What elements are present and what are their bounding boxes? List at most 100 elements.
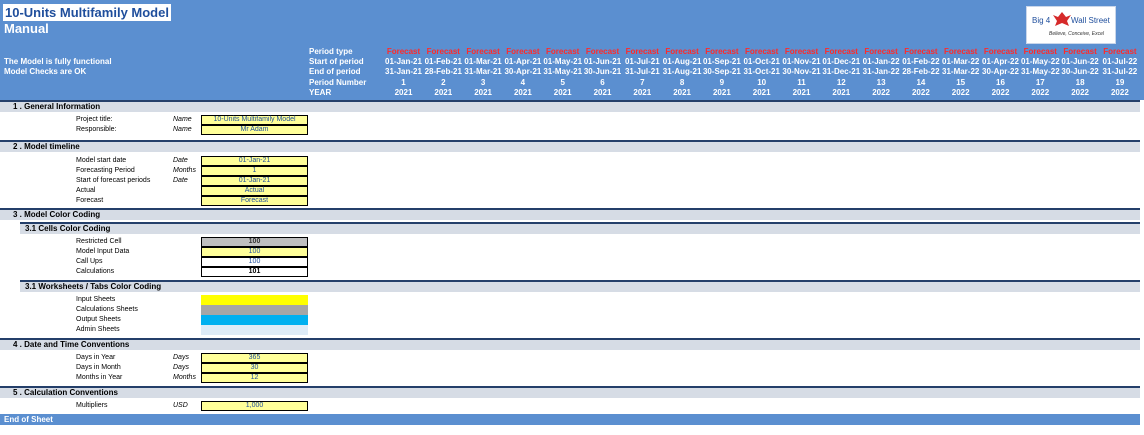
period-end-2: 28-Feb-21 [424,67,462,76]
period-type-9: Forecast [705,47,739,56]
period-end-18: 30-Jun-22 [1061,67,1099,76]
sheet-subtitle: Manual [4,21,49,36]
period-end-7: 31-Jul-21 [624,67,660,76]
actual-flag-input[interactable]: Actual [201,186,308,196]
period-year-8: 2021 [673,88,691,97]
period-start-9: 01-Sep-21 [702,57,741,66]
period-number-11: 11 [797,78,806,87]
forecast-start-input[interactable]: 01-Jan-21 [201,176,308,186]
period-year-1: 2021 [394,88,413,97]
period-start-6: 01-Jun-21 [583,57,622,66]
period-year-6: 2021 [593,88,612,97]
timeline-label-start-date: Model start date [76,157,127,164]
section-date-time-conventions: 4 . Date and Time Conventions [0,338,1140,350]
timeline-unit-start-date: Date [173,157,188,164]
period-end-15: 31-Mar-22 [942,67,980,76]
period-year-3: 2021 [474,88,492,97]
multipliers-input[interactable]: 1,000 [201,401,308,411]
period-type-12: Forecast [824,47,858,56]
timeline-unit-forecasting-period: Months [173,167,196,174]
period-year-15: 2022 [951,88,970,97]
period-start-16: 01-Apr-22 [982,57,1019,66]
timeline-label-forecast: Forecast [76,197,104,204]
responsible-unit: Name [173,126,192,133]
forecast-flag-input[interactable]: Forecast [201,196,308,206]
responsible-input[interactable]: Mr Adam [201,125,308,135]
period-number-7: 7 [640,78,645,87]
period-number-15: 15 [956,78,966,87]
months-in-year-input[interactable]: 12 [201,373,308,383]
period-year-4: 2021 [513,88,532,97]
period-start-14: 01-Feb-22 [902,57,940,66]
period-number-16: 16 [996,78,1005,87]
period-start-17: 01-May-22 [1020,57,1060,66]
period-type-10: Forecast [745,47,779,56]
period-number-18: 18 [1075,78,1085,87]
output-sheets-swatch [201,315,308,325]
period-number-9: 9 [719,78,725,87]
restricted-cell-sample: 100 [201,237,308,247]
cells-label-input-data: Model Input Data [76,248,130,255]
period-end-12: 31-Dec-21 [822,67,861,76]
period-end-10: 31-Oct-21 [743,67,780,76]
period-year-19: 2022 [1110,88,1129,97]
eagle-icon [1053,12,1071,26]
period-end-16: 30-Apr-22 [982,67,1019,76]
period-type-4: Forecast [506,47,540,56]
period-end-3: 31-Mar-21 [464,67,502,76]
period-end-9: 30-Sep-21 [702,67,741,76]
status-checks: Model Checks are OK [4,67,87,76]
period-type-18: Forecast [1063,47,1097,56]
period-year-17: 2022 [1031,88,1050,97]
label-start-of-period: Start of period [309,57,364,66]
model-start-date-input[interactable]: 01-Jan-21 [201,156,308,166]
period-year-11: 2021 [792,88,811,97]
period-end-14: 28-Feb-22 [902,67,940,76]
period-start-10: 01-Oct-21 [743,57,780,66]
days-in-month-input[interactable]: 30 [201,363,308,373]
calculation-sheets-swatch [201,305,308,315]
cells-label-calculations: Calculations [76,268,115,275]
period-end-8: 31-Aug-21 [662,67,702,76]
period-year-7: 2021 [633,88,652,97]
period-number-3: 3 [480,78,486,87]
period-end-1: 31-Jan-21 [385,67,422,76]
logo-tagline: Believe, Conceive, Excel [1049,31,1105,37]
period-year-18: 2022 [1071,88,1089,97]
admin-sheets-swatch [201,325,308,335]
forecasting-period-input[interactable]: 1 [201,166,308,176]
period-end-19: 31-Jul-22 [1102,67,1138,76]
cells-label-call-ups: Call Ups [76,258,103,265]
input-data-cell-sample[interactable]: 100 [201,247,308,257]
period-start-19: 01-Jul-22 [1102,57,1138,66]
period-type-2: Forecast [426,47,460,56]
days-in-year-input[interactable]: 365 [201,353,308,363]
tabs-label-admin: Admin Sheets [76,326,120,333]
call-ups-cell-sample: 100 [201,257,308,267]
tabs-label-calculations: Calculations Sheets [76,306,138,313]
logo-text-big4: Big 4 [1032,16,1051,25]
period-year-10: 2021 [752,88,771,97]
model-title: 10-Units Multifamily Model [3,4,171,21]
period-number-12: 12 [836,78,846,87]
status-functional: The Model is fully functional [4,57,112,66]
period-type-6: Forecast [585,47,620,56]
period-year-9: 2021 [712,88,731,97]
cells-label-restricted: Restricted Cell [76,238,122,245]
period-start-4: 01-Apr-21 [504,57,542,66]
project-title-input[interactable]: 10-Units Multifamily Model [201,115,308,125]
calculations-cell-sample: 101 [201,267,308,277]
period-type-17: Forecast [1023,47,1057,56]
period-type-14: Forecast [904,47,938,56]
period-number-8: 8 [679,78,685,87]
section-general-information: 1 . General Information [0,100,1140,112]
period-type-13: Forecast [864,47,898,56]
tabs-label-output: Output Sheets [76,316,121,323]
period-type-5: Forecast [546,47,580,56]
period-start-1: 01-Jan-21 [385,57,422,66]
period-start-15: 01-Mar-22 [942,57,980,66]
label-period-type: Period type [309,47,353,56]
section-model-color-coding: 3 . Model Color Coding [0,208,1140,220]
period-number-19: 19 [1115,78,1125,87]
period-type-1: Forecast [386,47,421,56]
